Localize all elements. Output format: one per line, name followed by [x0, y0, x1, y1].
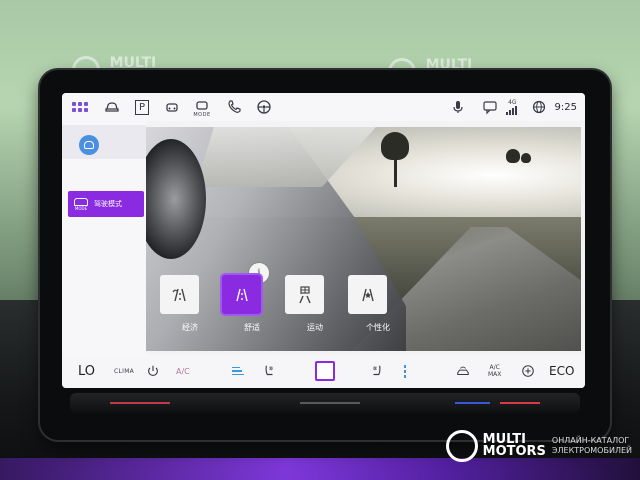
mode-label-sport: 运动 [307, 323, 323, 332]
left-menu: MODE 驾驶模式 [62, 121, 146, 354]
hardware-touch-strip[interactable] [70, 393, 580, 413]
comfort-road-icon [235, 288, 248, 301]
car-recirculation-icon [457, 366, 469, 376]
power-icon [148, 365, 158, 376]
clock: 9:25 [554, 101, 577, 113]
sidebar-item-label: 驾驶模式 [94, 200, 122, 208]
add-button[interactable] [521, 354, 535, 388]
home-button[interactable] [315, 354, 335, 388]
infotainment-screen: P MODE 4G 9:25 MODE 驾驶模式 i 经济 舒适 运动 个性化 … [62, 93, 585, 388]
drive-mode-icon: MODE [72, 195, 90, 213]
power-button[interactable] [146, 354, 160, 388]
ac-button[interactable]: A/C [176, 354, 190, 388]
car-icon[interactable] [102, 97, 122, 117]
mode-label-eco: 经济 [182, 323, 198, 332]
message-icon[interactable] [480, 97, 500, 117]
home-square-icon [315, 361, 335, 381]
profile-strip [62, 125, 146, 159]
seat-heat-icon [265, 365, 273, 376]
seat-heat-icon [373, 365, 381, 376]
avatar-icon[interactable] [79, 135, 99, 155]
mode-button-sport[interactable] [285, 275, 324, 314]
right-mode-eco[interactable]: ECO [549, 354, 574, 388]
climate-bar: LO CLIMA A/C A/C MAX ECO [62, 354, 585, 388]
apps-grid-icon[interactable] [70, 97, 90, 117]
eco-road-icon [172, 288, 186, 301]
windshield-defrost-button[interactable] [232, 354, 244, 388]
seat-heat-left-button[interactable] [262, 354, 276, 388]
drive-mode-icon[interactable]: MODE [192, 97, 212, 118]
mode-button-individual[interactable] [348, 275, 387, 314]
microphone-icon[interactable] [448, 97, 468, 117]
mode-label-comfort: 舒适 [244, 323, 260, 332]
signal-icon: 4G [505, 99, 517, 115]
left-temperature[interactable]: LO [78, 354, 95, 388]
clima-button[interactable]: CLIMA [114, 354, 134, 388]
sport-flag-icon [298, 285, 311, 303]
status-bar: P MODE 4G 9:25 [62, 93, 585, 121]
mode-button-comfort[interactable] [222, 275, 261, 314]
sidebar-item-drive-mode[interactable]: MODE 驾驶模式 [68, 191, 144, 217]
individual-road-icon [361, 288, 374, 301]
seat-heat-right-button[interactable] [370, 354, 384, 388]
brand-logo-icon [445, 430, 478, 462]
mode-button-eco[interactable] [160, 275, 199, 314]
steering-wheel-icon[interactable] [254, 97, 274, 117]
drive-mode-background-image [146, 127, 581, 351]
car-front-icon[interactable] [162, 97, 182, 117]
tree-image [381, 132, 409, 160]
phone-icon[interactable] [224, 97, 244, 117]
ac-max-button[interactable]: A/C MAX [488, 354, 501, 388]
brand-watermark: MULTI MOTORS ОНЛАЙН-КАТАЛОГ ЭЛЕКТРОМОБИЛЕЙ [445, 430, 632, 462]
rear-defrost-button[interactable] [404, 354, 406, 388]
mode-label-individual: 个性化 [366, 323, 390, 332]
recirculation-button[interactable] [456, 354, 470, 388]
globe-icon[interactable] [529, 97, 549, 117]
plus-icon [522, 365, 534, 377]
status-right-group: 4G 9:25 [442, 93, 577, 121]
rear-defrost-icon [404, 364, 406, 378]
defrost-icon [232, 366, 244, 376]
parking-icon[interactable]: P [132, 97, 152, 117]
